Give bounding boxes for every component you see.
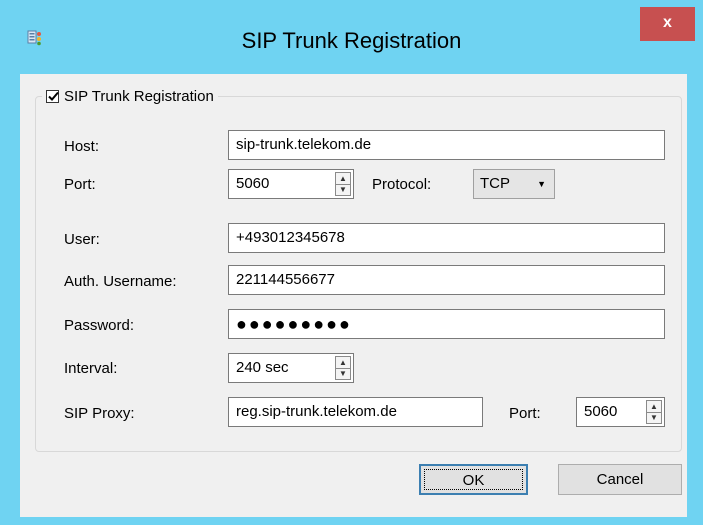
close-button[interactable]: x — [640, 7, 695, 41]
proxy-port-label: Port: — [509, 405, 541, 422]
ok-button[interactable]: OK — [419, 464, 528, 495]
interval-value: 240 sec — [236, 359, 289, 376]
proxy-port-stepper[interactable]: 5060 ▲ ▼ — [576, 397, 665, 427]
protocol-label: Protocol: — [372, 176, 432, 193]
proxy-port-value: 5060 — [584, 403, 618, 420]
host-input[interactable]: sip-trunk.telekom.de — [228, 130, 665, 160]
title-bar: SIP Trunk Registration x — [0, 0, 703, 80]
cancel-button[interactable]: Cancel — [558, 464, 682, 495]
sip-proxy-input[interactable]: reg.sip-trunk.telekom.de — [228, 397, 483, 427]
cancel-button-label: Cancel — [596, 471, 644, 488]
port-label: Port: — [64, 176, 96, 193]
spin-down-icon[interactable]: ▼ — [647, 412, 661, 423]
spin-down-icon[interactable]: ▼ — [336, 184, 350, 195]
port-value: 5060 — [236, 175, 270, 192]
protocol-dropdown[interactable]: TCP ▼ — [473, 169, 555, 199]
user-input[interactable]: +493012345678 — [228, 223, 665, 253]
host-label: Host: — [64, 138, 100, 155]
interval-stepper[interactable]: 240 sec ▲ ▼ — [228, 353, 354, 383]
spin-down-icon[interactable]: ▼ — [336, 368, 350, 379]
interval-spin-buttons[interactable]: ▲ ▼ — [335, 356, 351, 380]
sip-trunk-checkbox-label: SIP Trunk Registration — [64, 87, 214, 105]
port-spin-buttons[interactable]: ▲ ▼ — [335, 172, 351, 196]
port-stepper[interactable]: 5060 ▲ ▼ — [228, 169, 354, 199]
password-input[interactable]: ●●●●●●●●● — [228, 309, 665, 339]
close-icon: x — [663, 14, 672, 31]
window-title: SIP Trunk Registration — [241, 28, 462, 53]
checkbox-checked-icon[interactable] — [46, 89, 59, 103]
auth-username-label: Auth. Username: — [64, 273, 177, 290]
user-label: User: — [64, 231, 100, 248]
chevron-down-icon: ▼ — [537, 179, 546, 189]
focus-rect — [424, 469, 523, 490]
dialog-window: SIP Trunk Registration x SIP Trunk Regis… — [0, 0, 703, 525]
sip-proxy-label: SIP Proxy: — [64, 405, 135, 422]
protocol-value: TCP — [480, 175, 510, 192]
interval-label: Interval: — [64, 360, 118, 377]
password-label: Password: — [64, 317, 135, 334]
auth-username-input[interactable]: 221144556677 — [228, 265, 665, 295]
sip-trunk-checkbox[interactable]: SIP Trunk Registration — [42, 86, 218, 106]
dialog-body: SIP Trunk Registration Host: sip-trunk.t… — [20, 74, 687, 517]
proxy-port-spin-buttons[interactable]: ▲ ▼ — [646, 400, 662, 424]
